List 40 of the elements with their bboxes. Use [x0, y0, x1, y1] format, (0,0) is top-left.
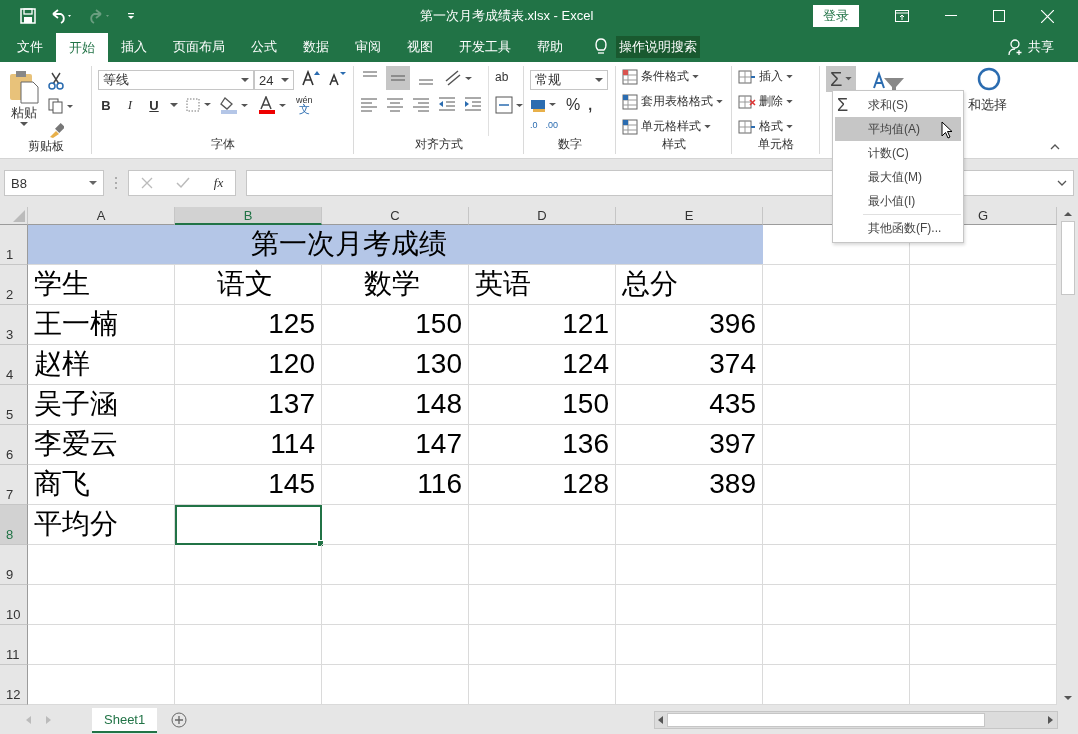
- table-cell: 396: [616, 305, 763, 345]
- group-label: 单元格: [756, 136, 795, 153]
- table-cell: 商飞: [28, 465, 175, 505]
- table-cell: 124: [469, 345, 616, 385]
- table-cell: 374: [616, 345, 763, 385]
- group-label: 字体: [209, 136, 236, 153]
- table-cell: 116: [322, 465, 469, 505]
- table-cell: 语文: [175, 265, 322, 305]
- table-cell: 147: [322, 425, 469, 465]
- table-cell: 150: [469, 385, 616, 425]
- table-cell: 136: [469, 425, 616, 465]
- group-label: 数字: [556, 136, 583, 153]
- table-cell: 学生: [28, 265, 175, 305]
- table-cell: 平均分: [28, 505, 175, 545]
- table-cell: 389: [616, 465, 763, 505]
- sigma-icon: Σ: [837, 93, 849, 117]
- table-cell: 435: [616, 385, 763, 425]
- group-label: 剪贴板: [26, 138, 65, 155]
- table-cell: 137: [175, 385, 322, 425]
- table-cell: 150: [322, 305, 469, 345]
- table-cell: 第一次月考成绩: [28, 225, 763, 265]
- table-cell: 145: [175, 465, 322, 505]
- table-cell: 130: [322, 345, 469, 385]
- table-cell: 114: [175, 425, 322, 465]
- group-label: 样式: [660, 136, 687, 153]
- table-cell: 吴子涵: [28, 385, 175, 425]
- table-cell: 120: [175, 345, 322, 385]
- window-title: 第一次月考成绩表.xlsx - Excel: [420, 7, 595, 25]
- table-cell: 148: [322, 385, 469, 425]
- group-label: 对齐方式: [413, 136, 464, 153]
- table-cell: 李爱云: [28, 425, 175, 465]
- table-cell: 125: [175, 305, 322, 345]
- table-cell: 397: [616, 425, 763, 465]
- table-cell: 数学: [322, 265, 469, 305]
- table-cell: 121: [469, 305, 616, 345]
- table-cell: 英语: [469, 265, 616, 305]
- table-cell: 赵样: [28, 345, 175, 385]
- table-cell: 总分: [616, 265, 763, 305]
- table-cell: 王一楠: [28, 305, 175, 345]
- table-cell: 128: [469, 465, 616, 505]
